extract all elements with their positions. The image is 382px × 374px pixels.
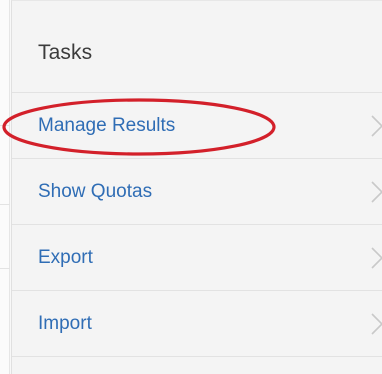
gutter-divider bbox=[0, 125, 10, 126]
task-item-export[interactable]: Export bbox=[12, 225, 382, 291]
chevron-right-icon bbox=[371, 246, 382, 269]
task-item-show-quotas[interactable]: Show Quotas bbox=[12, 159, 382, 225]
panel-title: Tasks bbox=[38, 41, 93, 64]
task-label[interactable]: Manage Results bbox=[38, 115, 175, 137]
task-label[interactable]: Export bbox=[38, 247, 93, 269]
task-label[interactable]: Show Quotas bbox=[38, 181, 152, 203]
chevron-right-icon bbox=[371, 180, 382, 203]
task-item-manage-results[interactable]: Manage Results bbox=[12, 93, 382, 159]
task-item-import[interactable]: Import bbox=[12, 291, 382, 357]
chevron-right-icon bbox=[371, 114, 382, 137]
left-gutter bbox=[0, 0, 10, 374]
task-label[interactable]: Import bbox=[38, 313, 92, 335]
gutter-divider bbox=[0, 204, 10, 205]
tasks-panel: Tasks Manage Results Show Quotas Export bbox=[11, 0, 382, 374]
task-list: Manage Results Show Quotas Export Import bbox=[12, 92, 382, 357]
chevron-right-icon bbox=[371, 312, 382, 335]
tasks-page: Tasks Manage Results Show Quotas Export bbox=[0, 0, 382, 374]
gutter-divider bbox=[0, 268, 10, 269]
